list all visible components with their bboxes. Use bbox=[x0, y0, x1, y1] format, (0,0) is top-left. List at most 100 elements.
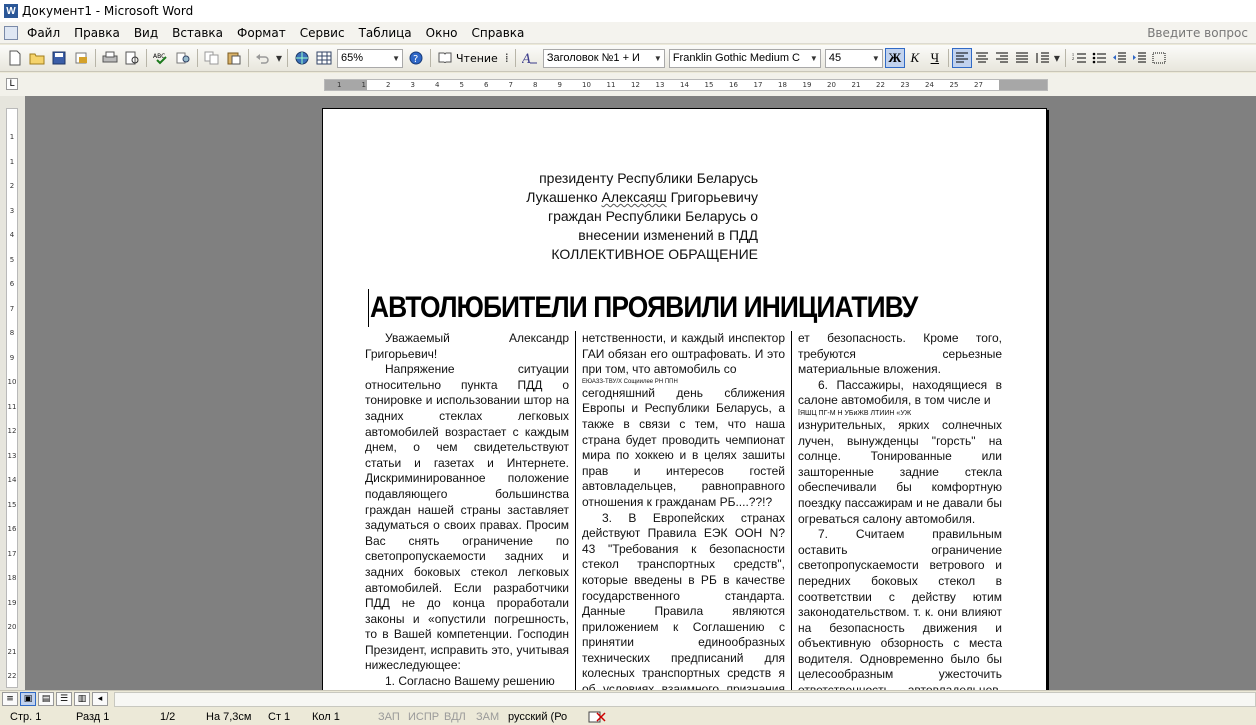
status-record[interactable]: ЗАП bbox=[378, 711, 400, 723]
read-mode-button[interactable]: Чтение bbox=[434, 51, 502, 66]
insert-table-icon[interactable] bbox=[313, 47, 335, 69]
vertical-ruler[interactable]: 1 1 2 3 4 5 6 7 8 9 10 11 12 13 14 15 16 17 18 19 20 21 22 bbox=[6, 108, 18, 688]
tab-selector-icon[interactable]: L bbox=[6, 78, 18, 90]
status-position: На 7,3см bbox=[206, 711, 252, 723]
menu-edit[interactable]: Правка bbox=[67, 26, 127, 40]
menu-tools[interactable]: Сервис bbox=[293, 26, 352, 40]
word-app-icon: W bbox=[4, 4, 18, 18]
menu-file[interactable]: Файл bbox=[20, 26, 67, 40]
horizontal-scrollbar[interactable] bbox=[114, 691, 1256, 707]
headline: АВТОЛЮБИТЕЛИ ПРОЯВИЛИ ИНИЦИАТИВУ bbox=[370, 291, 918, 324]
align-right-icon[interactable] bbox=[992, 48, 1012, 68]
ruler-bar: L 1 1 2 3 4 5 6 7 8 9 10 11 12 13 14 15 16 17 18 19 20 21 22 23… bbox=[0, 73, 1256, 96]
vruler-tick-label: 3 bbox=[9, 206, 15, 215]
line-spacing-dropdown-arrow-icon[interactable]: ▾ bbox=[1052, 47, 1062, 69]
help-search-box[interactable]: Введите вопрос bbox=[1147, 26, 1256, 40]
ruler-tick-label: 2 bbox=[386, 81, 391, 89]
vruler-tick-label: 13 bbox=[7, 451, 17, 460]
ruler-tick-label: 14 bbox=[680, 81, 689, 89]
line-spacing-icon[interactable] bbox=[1032, 48, 1052, 68]
vruler-tick-label: 7 bbox=[9, 304, 15, 313]
spelling-icon[interactable]: ABC bbox=[150, 47, 172, 69]
justify-icon[interactable] bbox=[1012, 48, 1032, 68]
status-track-changes[interactable]: ИСПР bbox=[408, 711, 439, 723]
status-extend[interactable]: ВДЛ bbox=[444, 711, 466, 723]
paragraph: Уважаемый Александр Григорьевич! bbox=[365, 331, 569, 361]
styles-formatting-icon[interactable]: A bbox=[519, 47, 541, 69]
toolbar-separator bbox=[514, 49, 516, 67]
scroll-left-icon[interactable]: ◂ bbox=[92, 692, 108, 706]
ruler-tick-label: 17 bbox=[753, 81, 763, 89]
reading-view-icon[interactable]: ▥ bbox=[74, 692, 90, 706]
vruler-tick-label: 14 bbox=[7, 476, 17, 484]
italic-button[interactable]: К bbox=[905, 48, 925, 68]
menu-insert[interactable]: Вставка bbox=[165, 26, 230, 40]
toolbar-options-icon[interactable]: ⁞ bbox=[502, 47, 512, 69]
save-icon[interactable] bbox=[48, 47, 70, 69]
web-layout-view-icon[interactable]: ▣ bbox=[20, 692, 36, 706]
document-page[interactable]: президенту Республики Беларусь Лукашенко… bbox=[322, 108, 1047, 690]
underline-button[interactable]: Ч bbox=[925, 48, 945, 68]
vruler-tick-label: 16 bbox=[7, 525, 17, 533]
zoom-select[interactable]: 65% ▼ bbox=[337, 48, 403, 68]
svg-text:?: ? bbox=[413, 54, 418, 65]
toolbar-separator bbox=[95, 49, 96, 67]
menu-format[interactable]: Формат bbox=[230, 26, 293, 40]
style-select[interactable]: Заголовок №1 + И ▼ bbox=[542, 48, 665, 68]
menu-view[interactable]: Вид bbox=[127, 26, 165, 40]
menu-help[interactable]: Справка bbox=[465, 26, 532, 40]
font-select[interactable]: Franklin Gothic Medium C ▼ bbox=[668, 48, 821, 68]
align-center-icon[interactable] bbox=[972, 48, 992, 68]
open-folder-icon[interactable] bbox=[26, 47, 48, 69]
outline-view-icon[interactable]: ☰ bbox=[56, 692, 72, 706]
ruler-tick-label: 5 bbox=[459, 81, 464, 89]
menu-window[interactable]: Окно bbox=[419, 26, 465, 40]
vruler-tick-label: 15 bbox=[7, 500, 17, 509]
vruler-tick-label: 19 bbox=[7, 598, 17, 607]
new-document-icon[interactable] bbox=[4, 47, 26, 69]
vruler-tick-label: 22 bbox=[7, 672, 17, 680]
ruler-tick-label: 7 bbox=[508, 81, 513, 89]
vruler-tick-label: 1 bbox=[9, 157, 15, 166]
header-line: президенту Республики Беларусь bbox=[539, 170, 758, 186]
vruler-tick-label: 1 bbox=[9, 133, 15, 141]
help-icon[interactable]: ? bbox=[405, 47, 427, 69]
spelling-status-icon[interactable] bbox=[588, 711, 606, 725]
borders-icon[interactable] bbox=[1149, 48, 1169, 68]
document-workspace: президенту Республики Беларусь Лукашенко… bbox=[25, 96, 1256, 690]
ruler-tick-label: 18 bbox=[778, 81, 787, 89]
vruler-tick-label: 18 bbox=[7, 574, 17, 582]
status-overtype[interactable]: ЗАМ bbox=[476, 711, 499, 723]
document-menu-icon[interactable] bbox=[4, 25, 18, 40]
vruler-tick-label: 21 bbox=[7, 647, 17, 656]
menu-table[interactable]: Таблица bbox=[352, 26, 419, 40]
print-preview-icon[interactable] bbox=[121, 47, 143, 69]
ruler-tick-label: 13 bbox=[655, 81, 665, 89]
normal-view-icon[interactable]: ≡ bbox=[2, 692, 18, 706]
copy-icon[interactable] bbox=[201, 47, 223, 69]
garbled-line: ЕЮАЗЗ-ТВУ/X Сощиилее РН ППН bbox=[582, 378, 678, 385]
research-icon[interactable] bbox=[172, 47, 194, 69]
undo-icon[interactable] bbox=[252, 47, 274, 69]
permission-icon[interactable] bbox=[70, 47, 92, 69]
toolbar-separator bbox=[197, 49, 198, 67]
bold-button[interactable]: Ж bbox=[884, 48, 905, 68]
undo-dropdown-arrow-icon[interactable]: ▾ bbox=[274, 47, 284, 69]
print-layout-view-icon[interactable]: ▤ bbox=[38, 692, 54, 706]
print-icon[interactable] bbox=[99, 47, 121, 69]
horizontal-ruler[interactable]: 1 1 2 3 4 5 6 7 8 9 10 11 12 13 14 15 16 17 18 19 20 21 22 23 24… bbox=[324, 79, 1048, 91]
decrease-indent-icon[interactable] bbox=[1109, 48, 1129, 68]
paste-icon[interactable] bbox=[223, 47, 245, 69]
ruler-tick-label: 23 bbox=[900, 81, 910, 89]
ruler-tick-label: 27 bbox=[974, 81, 983, 89]
ruler-tick-label: 22 bbox=[876, 81, 885, 89]
status-line: Ст 1 bbox=[268, 711, 291, 723]
book-icon bbox=[438, 51, 452, 66]
increase-indent-icon[interactable] bbox=[1129, 48, 1149, 68]
bullets-icon[interactable] bbox=[1089, 48, 1109, 68]
font-size-select[interactable]: 45 ▼ bbox=[824, 48, 883, 68]
web-icon[interactable] bbox=[291, 47, 313, 69]
numbering-icon[interactable]: 12 bbox=[1069, 48, 1089, 68]
ruler-tick-label: 4 bbox=[435, 81, 440, 89]
align-left-icon[interactable] bbox=[951, 48, 972, 68]
